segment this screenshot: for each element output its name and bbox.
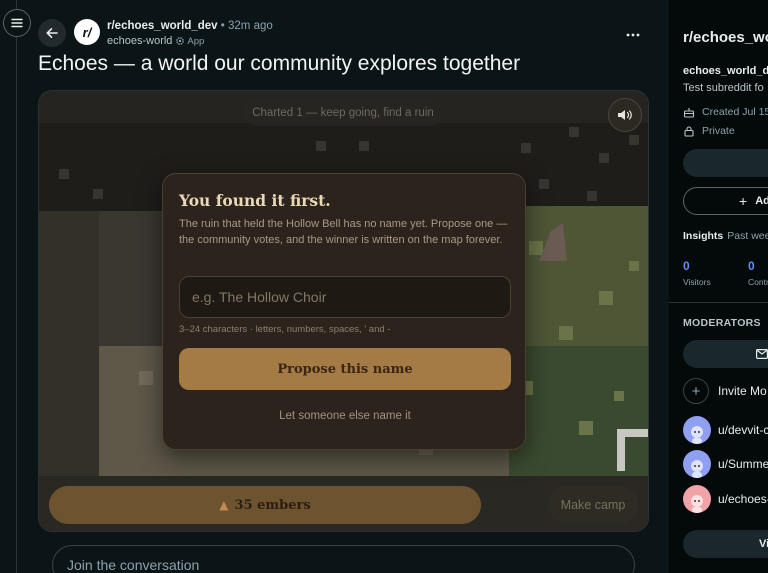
more-icon — [626, 33, 640, 37]
join-button[interactable] — [683, 149, 768, 177]
stat-label: Visitors — [683, 277, 711, 287]
avatar — [683, 485, 711, 513]
invite-label: Invite Mo — [718, 384, 767, 398]
moderators-heading: MODERATORS — [683, 317, 761, 329]
dialog-body: The ruin that held the Hollow Bell has n… — [179, 218, 508, 246]
app-label: App — [187, 35, 205, 47]
cake-icon — [683, 108, 695, 118]
snoo-avatar-icon — [691, 460, 703, 478]
invite-mod-row[interactable]: + Invite Mo — [683, 378, 767, 404]
more-options-button[interactable] — [626, 24, 640, 42]
moderator-name: u/Summe — [718, 457, 768, 471]
app-badge: App — [175, 36, 204, 47]
author-line: echoes-world App — [107, 35, 204, 47]
moderator-item[interactable]: u/devvit-c — [683, 416, 768, 444]
message-mods-button[interactable] — [683, 340, 768, 368]
subreddit-line: r/echoes_world_dev • 32m ago — [107, 20, 273, 32]
subreddit-avatar[interactable]: r/ — [74, 19, 100, 45]
page: r/ r/echoes_world_dev • 32m ago echoes-w… — [0, 0, 768, 573]
dialog-title: You found it first. — [179, 191, 331, 210]
menu-button[interactable] — [3, 9, 31, 37]
avatar — [683, 450, 711, 478]
gear-icon — [176, 37, 185, 45]
left-rail — [0, 0, 17, 573]
author-name[interactable]: echoes-world — [107, 35, 172, 47]
comment-input[interactable]: Join the conversation — [52, 545, 635, 573]
snoo-avatar-icon — [691, 495, 703, 513]
add-button[interactable]: + Ad — [683, 187, 768, 215]
embers-bar: ▲ 35 embers — [49, 486, 481, 524]
stat-value: 0 — [683, 259, 690, 273]
moderator-item[interactable]: u/Summe — [683, 450, 768, 478]
name-ruin-dialog: You found it first. The ruin that held t… — [162, 173, 526, 450]
plus-icon: + — [683, 378, 709, 404]
game-frame[interactable]: Charted 1 — keep going, find a ruin You … — [38, 90, 649, 532]
insights-label: Insights — [683, 230, 724, 242]
propose-name-button[interactable]: Propose this name — [179, 348, 511, 390]
view-all-mods-button[interactable]: Vi — [683, 530, 768, 558]
divider — [669, 302, 768, 303]
moderator-name: u/devvit-c — [718, 423, 768, 437]
plus-icon: + — [739, 193, 748, 209]
created-date: Created Jul 15 — [702, 106, 768, 118]
snoo-avatar-icon — [691, 426, 703, 444]
stat-value: 0 — [748, 259, 755, 273]
ruin-name-input[interactable] — [179, 276, 511, 318]
stat-contributions: 0 Contr — [748, 259, 768, 287]
add-label: Ad — [755, 195, 768, 207]
sound-toggle-button[interactable] — [608, 98, 642, 132]
community-description: Test subreddit fo — [683, 82, 764, 94]
moderator-item[interactable]: u/echoes- — [683, 485, 768, 513]
hamburger-icon — [11, 18, 23, 28]
back-button[interactable] — [38, 19, 66, 47]
mail-icon — [756, 349, 768, 359]
created-meta: Created Jul 15 — [683, 106, 768, 118]
sidebar-title[interactable]: r/echoes_wo — [683, 29, 768, 46]
lock-icon — [684, 126, 694, 137]
avatar — [683, 416, 711, 444]
post-time: • 32m ago — [220, 20, 273, 32]
subreddit-name[interactable]: r/echoes_world_dev — [107, 20, 218, 32]
stat-visitors: 0 Visitors — [683, 259, 711, 287]
skip-naming-link[interactable]: Let someone else name it — [163, 410, 527, 422]
embers-count: 35 embers — [234, 497, 311, 513]
status-pill: Charted 1 — keep going, find a ruin — [243, 100, 443, 126]
flame-icon: ▲ — [219, 498, 229, 512]
privacy-meta: Private — [683, 125, 735, 137]
input-hint: 3–24 characters · letters, numbers, spac… — [179, 324, 391, 335]
community-name: echoes_world_d — [683, 65, 768, 77]
stat-label: Contr — [748, 277, 768, 287]
moderator-name: u/echoes- — [718, 492, 768, 506]
make-camp-button[interactable]: Make camp — [548, 486, 638, 524]
speaker-icon — [618, 110, 632, 120]
community-sidebar: r/echoes_wo echoes_world_d Test subreddi… — [669, 0, 768, 573]
insights-period[interactable]: Past wee — [727, 230, 768, 242]
arrow-left-icon — [46, 28, 58, 38]
post-title: Echoes — a world our community explores … — [38, 52, 521, 75]
insights-header: Insights Past wee — [683, 230, 768, 242]
privacy-status: Private — [702, 125, 735, 137]
